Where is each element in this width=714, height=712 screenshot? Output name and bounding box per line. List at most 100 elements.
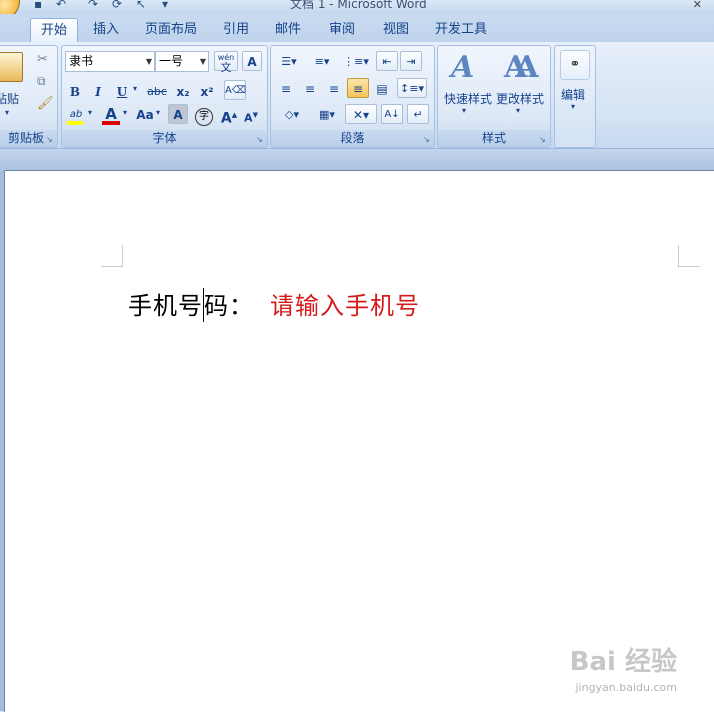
justify-button[interactable]: ≡: [347, 78, 369, 98]
chevron-down-icon[interactable]: ▼: [200, 52, 206, 71]
qat-dropdown-icon[interactable]: ▾: [162, 0, 168, 11]
field-label-before-caret: 手机号: [128, 292, 203, 320]
shading-button[interactable]: ◇▾: [275, 104, 309, 124]
title-bar: ▪ ↶ ↷ ⟳ ↖ ▾ 文档 1 - Microsoft Word ✕: [0, 0, 714, 14]
editing-label: 编辑: [561, 88, 586, 102]
undo-icon[interactable]: ↶: [56, 0, 66, 11]
ribbon-tabs: 开始 插入 页面布局 引用 邮件 审阅 视图 开发工具: [0, 14, 714, 42]
tab-developer[interactable]: 开发工具: [428, 18, 494, 41]
highlight-color-bar: [67, 121, 83, 125]
distributed-button[interactable]: ▤: [371, 78, 393, 98]
paste-icon[interactable]: [0, 52, 23, 82]
tab-view[interactable]: 视图: [374, 18, 418, 41]
font-color-bar: [102, 121, 120, 125]
char-shading-button[interactable]: A: [168, 104, 188, 124]
highlight-text: ab: [69, 109, 83, 120]
phone-number-line[interactable]: 手机号码： 请输入手机号: [128, 286, 420, 322]
line-spacing-button[interactable]: ↕≡▾: [397, 78, 427, 98]
multilevel-list-button[interactable]: ⋮≡▾: [341, 51, 371, 71]
tab-mailings[interactable]: 邮件: [268, 18, 308, 41]
shrink-font-button[interactable]: A▼: [241, 104, 261, 125]
office-button[interactable]: [0, 0, 20, 14]
watermark-url: jingyan.baidu.com: [575, 681, 677, 694]
grow-font-button[interactable]: A▲: [219, 104, 239, 127]
superscript-button[interactable]: x²: [196, 81, 218, 101]
document-page[interactable]: 手机号码： 请输入手机号 Bai 经验 jingyan.baidu.com: [4, 170, 714, 712]
phonetic-guide-button[interactable]: wén 文: [214, 51, 238, 74]
repeat-icon[interactable]: ⟳: [112, 0, 122, 11]
styles-group-label: 样式: [438, 130, 550, 147]
show-marks-button[interactable]: ↵: [407, 104, 429, 124]
styles-launcher-icon[interactable]: ↘: [539, 136, 547, 144]
font-size-value: 一号: [159, 54, 184, 68]
placeholder-text[interactable]: 请输入手机号: [270, 292, 420, 320]
font-color-dropdown-icon[interactable]: ▾: [123, 108, 127, 117]
cut-icon[interactable]: ✂: [37, 52, 48, 67]
underline-dropdown-icon[interactable]: ▾: [133, 84, 137, 93]
paste-dropdown-icon[interactable]: ▾: [5, 108, 9, 117]
bullets-button[interactable]: ☰▾: [275, 51, 303, 71]
quick-styles-label: 快速样式: [444, 92, 493, 106]
clipboard-launcher-icon[interactable]: ↘: [46, 136, 54, 144]
phonetic-char: 文: [220, 61, 232, 74]
paragraph-group: ☰▾ ≡▾ ⋮≡▾ ⇤ ⇥ ≡ ≡ ≡ ≡ ▤ ↕≡▾ ◇▾ ▦▾ ✕▾ A↓ …: [270, 45, 435, 148]
margin-corner-top-left: [101, 245, 123, 267]
chevron-down-icon: ▾: [516, 106, 521, 115]
save-icon[interactable]: ▪: [34, 0, 42, 11]
change-case-button[interactable]: Aa: [133, 104, 157, 124]
paragraph-launcher-icon[interactable]: ↘: [423, 136, 431, 144]
styles-group: A 快速样式 ▾ AA 更改样式 ▾ 样式 ↘: [437, 45, 551, 148]
ribbon: 粘贴 ▾ ✂ ⧉ 🖌 剪贴板 ↘ 隶书 ▼ 一号 ▼ wén 文 A B I U ▾…: [0, 42, 714, 149]
format-painter-icon[interactable]: 🖌: [37, 96, 54, 111]
change-styles-label: 更改样式: [496, 92, 545, 106]
enclose-char-button[interactable]: 字: [193, 104, 215, 126]
window-title: 文档 1 - Microsoft Word: [290, 0, 427, 11]
font-name-combo[interactable]: 隶书 ▼: [65, 51, 155, 72]
clipboard-group: 粘贴 ▾ ✂ ⧉ 🖌 剪贴板 ↘: [0, 45, 58, 148]
numbering-button[interactable]: ≡▾: [308, 51, 336, 71]
bold-button[interactable]: B: [65, 81, 85, 101]
align-center-button[interactable]: ≡: [299, 78, 321, 98]
editing-group[interactable]: ⚭ 编辑 ▾: [554, 45, 596, 148]
font-color-button[interactable]: A: [100, 103, 122, 123]
redo-icon[interactable]: ↷: [88, 0, 98, 11]
clear-formatting-button[interactable]: A⌫: [224, 80, 246, 100]
tab-home[interactable]: 开始: [30, 18, 78, 42]
font-group-label: 字体: [62, 130, 267, 147]
subscript-button[interactable]: x₂: [172, 81, 194, 101]
tab-page-layout[interactable]: 页面布局: [138, 18, 204, 41]
chinese-layout-button[interactable]: ✕▾: [345, 104, 377, 124]
copy-icon[interactable]: ⧉: [37, 74, 46, 89]
tab-insert[interactable]: 插入: [86, 18, 126, 41]
quick-styles-button[interactable]: A 快速样式 ▾: [438, 50, 492, 126]
document-area: 手机号码： 请输入手机号 Bai 经验 jingyan.baidu.com: [0, 149, 714, 712]
chevron-down-icon: ▾: [462, 106, 467, 115]
highlight-dropdown-icon[interactable]: ▾: [88, 108, 92, 117]
quick-styles-icon: A: [451, 50, 475, 85]
font-size-combo[interactable]: 一号 ▼: [155, 51, 209, 72]
chevron-down-icon: ▾: [571, 102, 576, 111]
underline-button[interactable]: U: [112, 81, 132, 101]
close-icon[interactable]: ✕: [693, 0, 702, 11]
paragraph-group-label: 段落: [271, 130, 434, 147]
margin-corner-top-right: [678, 245, 700, 267]
borders-button[interactable]: ▦▾: [311, 104, 343, 124]
ruler-strip: [0, 149, 714, 171]
italic-button[interactable]: I: [88, 81, 108, 101]
font-launcher-icon[interactable]: ↘: [256, 136, 264, 144]
chevron-down-icon[interactable]: ▼: [146, 52, 152, 71]
pointer-icon[interactable]: ↖: [136, 0, 146, 11]
align-left-button[interactable]: ≡: [275, 78, 297, 98]
change-styles-button[interactable]: AA 更改样式 ▾: [494, 50, 548, 126]
decrease-indent-button[interactable]: ⇤: [376, 51, 398, 71]
change-case-dropdown-icon[interactable]: ▾: [156, 108, 160, 117]
tab-review[interactable]: 审阅: [320, 18, 364, 41]
increase-indent-button[interactable]: ⇥: [400, 51, 422, 71]
font-name-value: 隶书: [69, 54, 94, 68]
paste-button[interactable]: 粘贴: [0, 90, 19, 107]
tab-references[interactable]: 引用: [216, 18, 256, 41]
char-border-button[interactable]: A: [242, 51, 262, 71]
sort-button[interactable]: A↓: [381, 104, 403, 124]
align-right-button[interactable]: ≡: [323, 78, 345, 98]
strikethrough-button[interactable]: abc: [144, 81, 170, 101]
